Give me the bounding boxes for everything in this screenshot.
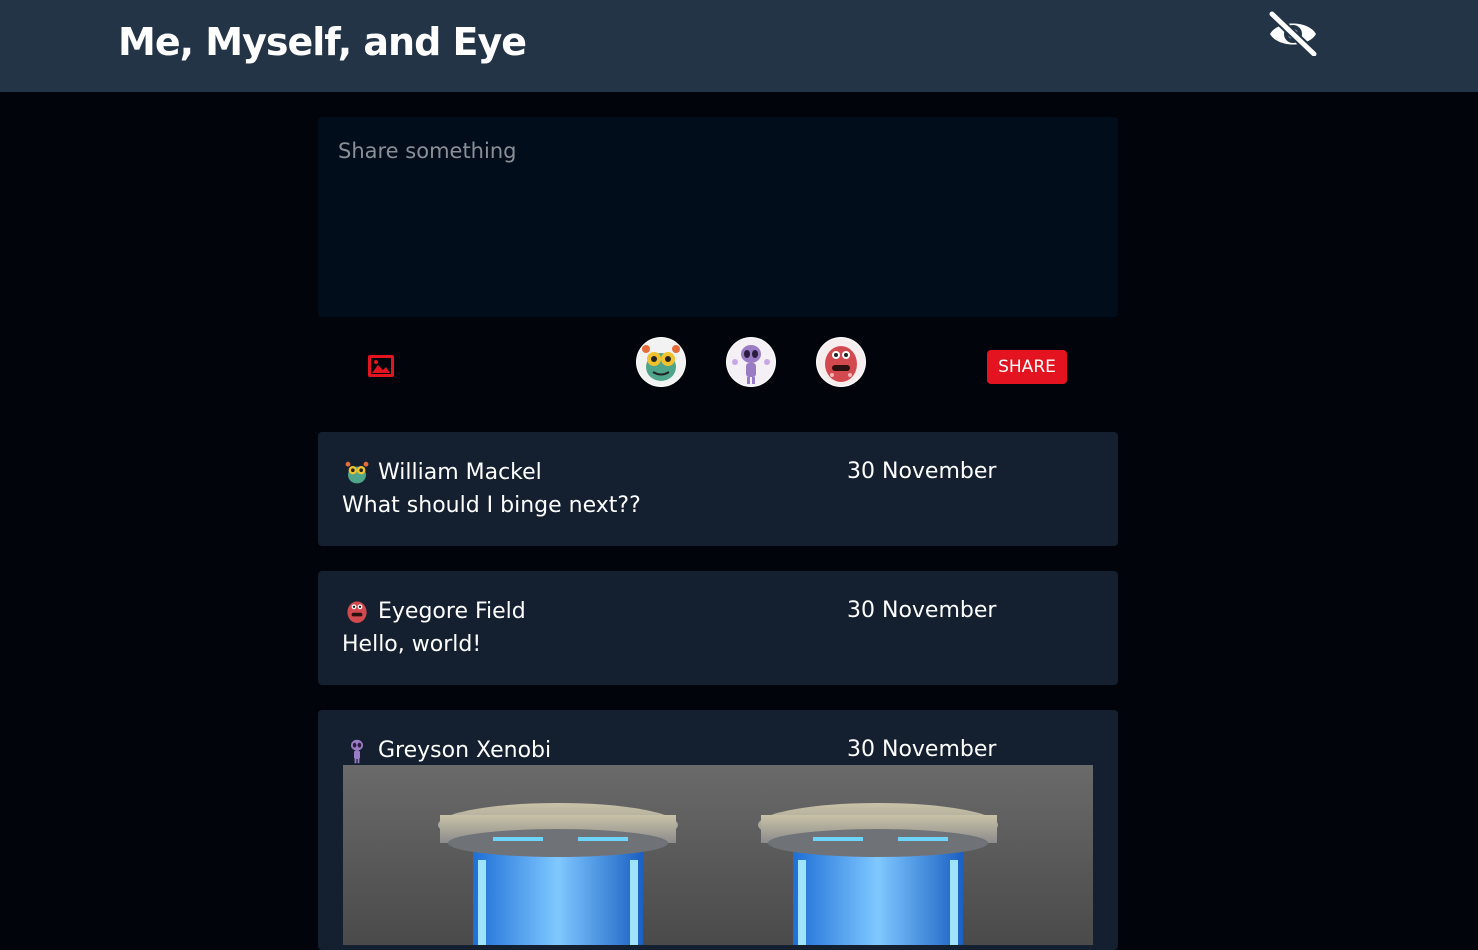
app-title: Me, Myself, and Eye (118, 20, 527, 64)
post-author: Eyegore Field (342, 595, 526, 627)
purple-alien-avatar[interactable] (726, 337, 776, 387)
share-button[interactable]: SHARE (987, 350, 1067, 384)
red-blob-avatar (342, 596, 372, 626)
green-monster-avatar (342, 457, 372, 487)
post-card: William Mackel 30 November What should I… (318, 432, 1118, 546)
post-author-name: Eyegore Field (378, 598, 526, 624)
post-author: Greyson Xenobi (342, 734, 551, 766)
post-date: 30 November (847, 737, 997, 762)
eye-slash-icon[interactable] (1266, 9, 1320, 59)
post-date: 30 November (847, 598, 997, 623)
post-author-name: William Mackel (378, 459, 542, 485)
top-bar: Me, Myself, and Eye (0, 0, 1478, 92)
post-card: Eyegore Field 30 November Hello, world! (318, 571, 1118, 685)
red-blob-avatar[interactable] (816, 337, 866, 387)
green-monster-avatar[interactable] (636, 337, 686, 387)
post-text: Hello, world! (342, 632, 482, 657)
purple-alien-avatar (342, 735, 372, 765)
cryo-pods-image (343, 765, 1093, 945)
post-card: Greyson Xenobi 30 November (318, 710, 1118, 950)
post-date: 30 November (847, 459, 997, 484)
post-text: What should I binge next?? (342, 493, 641, 518)
post-author: William Mackel (342, 456, 542, 488)
share-input[interactable] (318, 117, 1118, 317)
post-author-name: Greyson Xenobi (378, 737, 552, 763)
image-icon[interactable] (364, 350, 398, 382)
